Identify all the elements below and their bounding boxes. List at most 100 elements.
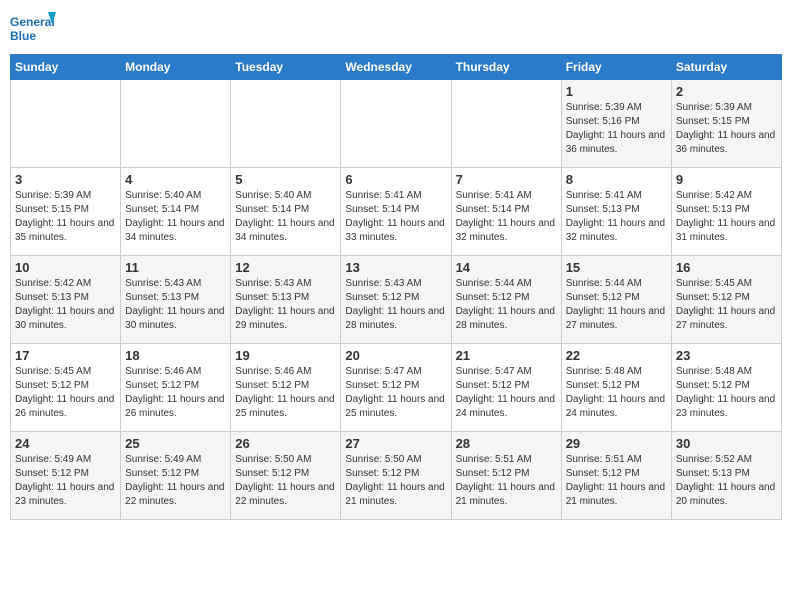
calendar-cell: 14 Sunrise: 5:44 AM Sunset: 5:12 PM Dayli… (451, 256, 561, 344)
day-number: 6 (345, 172, 446, 187)
day-number: 18 (125, 348, 226, 363)
calendar-cell (11, 80, 121, 168)
cell-info: Sunrise: 5:46 AM Sunset: 5:12 PM Dayligh… (235, 365, 336, 421)
calendar-cell: 21 Sunrise: 5:47 AM Sunset: 5:12 PM Dayli… (451, 344, 561, 432)
calendar-header: SundayMondayTuesdayWednesdayThursdayFrid… (11, 55, 782, 80)
day-number: 15 (566, 260, 667, 275)
logo-svg: General Blue (10, 10, 60, 48)
calendar-cell: 6Sunrise: 5:41 AM Sunset: 5:14 PM Daylig… (341, 168, 451, 256)
cell-info: Sunrise: 5:43 AM Sunset: 5:13 PM Dayligh… (125, 277, 226, 333)
calendar-cell: 16Sunrise: 5:45 AM Sunset: 5:12 PM Dayli… (671, 256, 781, 344)
day-number: 11 (125, 260, 226, 275)
cell-info: Sunrise: 5:39 AM Sunset: 5:15 PM Dayligh… (676, 101, 777, 157)
calendar-cell (121, 80, 231, 168)
day-number: 10 (15, 260, 116, 275)
calendar-cell: 28 Sunrise: 5:51 AM Sunset: 5:12 PM Dayli… (451, 432, 561, 520)
day-number: 19 (235, 348, 336, 363)
cell-info: Sunrise: 5:46 AM Sunset: 5:12 PM Dayligh… (125, 365, 226, 421)
calendar-week-4: 17 Sunrise: 5:45 AM Sunset: 5:12 PM Dayli… (11, 344, 782, 432)
cell-info: Sunrise: 5:49 AM Sunset: 5:12 PM Dayligh… (15, 453, 116, 509)
calendar-cell: 17 Sunrise: 5:45 AM Sunset: 5:12 PM Dayli… (11, 344, 121, 432)
cell-info: Sunrise: 5:49 AM Sunset: 5:12 PM Dayligh… (125, 453, 226, 509)
cell-info: Sunrise: 5:47 AM Sunset: 5:12 PM Dayligh… (456, 365, 557, 421)
cell-info: Sunrise: 5:45 AM Sunset: 5:12 PM Dayligh… (15, 365, 116, 421)
cell-info: Sunrise: 5:44 AM Sunset: 5:12 PM Dayligh… (456, 277, 557, 333)
calendar-cell: 5 Sunrise: 5:40 AM Sunset: 5:14 PM Daylig… (231, 168, 341, 256)
cell-info: Sunrise: 5:51 AM Sunset: 5:12 PM Dayligh… (456, 453, 557, 509)
calendar-cell: 27 Sunrise: 5:50 AM Sunset: 5:12 PM Dayli… (341, 432, 451, 520)
calendar-cell: 12Sunrise: 5:43 AM Sunset: 5:13 PM Dayli… (231, 256, 341, 344)
day-number: 8 (566, 172, 667, 187)
day-number: 22 (566, 348, 667, 363)
day-number: 4 (125, 172, 226, 187)
cell-info: Sunrise: 5:40 AM Sunset: 5:14 PM Dayligh… (235, 189, 336, 245)
calendar-cell: 23 Sunrise: 5:48 AM Sunset: 5:12 PM Dayli… (671, 344, 781, 432)
cell-info: Sunrise: 5:48 AM Sunset: 5:12 PM Dayligh… (566, 365, 667, 421)
day-number: 5 (235, 172, 336, 187)
day-number: 20 (345, 348, 446, 363)
calendar-cell: 26 Sunrise: 5:50 AM Sunset: 5:12 PM Dayli… (231, 432, 341, 520)
calendar-cell (341, 80, 451, 168)
cell-info: Sunrise: 5:43 AM Sunset: 5:12 PM Dayligh… (345, 277, 446, 333)
day-number: 29 (566, 436, 667, 451)
day-number: 16 (676, 260, 777, 275)
day-number: 9 (676, 172, 777, 187)
calendar-cell: 22 Sunrise: 5:48 AM Sunset: 5:12 PM Dayli… (561, 344, 671, 432)
cell-info: Sunrise: 5:39 AM Sunset: 5:15 PM Dayligh… (15, 189, 116, 245)
calendar-cell: 15Sunrise: 5:44 AM Sunset: 5:12 PM Dayli… (561, 256, 671, 344)
calendar-cell (231, 80, 341, 168)
logo: General Blue (10, 10, 60, 48)
calendar-table: SundayMondayTuesdayWednesdayThursdayFrid… (10, 54, 782, 520)
day-number: 3 (15, 172, 116, 187)
day-number: 30 (676, 436, 777, 451)
calendar-week-3: 10 Sunrise: 5:42 AM Sunset: 5:13 PM Dayli… (11, 256, 782, 344)
weekday-header-thursday: Thursday (451, 55, 561, 80)
weekday-header-wednesday: Wednesday (341, 55, 451, 80)
day-number: 27 (345, 436, 446, 451)
day-number: 28 (456, 436, 557, 451)
calendar-cell: 2 Sunrise: 5:39 AM Sunset: 5:15 PM Daylig… (671, 80, 781, 168)
cell-info: Sunrise: 5:40 AM Sunset: 5:14 PM Dayligh… (125, 189, 226, 245)
weekday-header-sunday: Sunday (11, 55, 121, 80)
cell-info: Sunrise: 5:42 AM Sunset: 5:13 PM Dayligh… (676, 189, 777, 245)
cell-info: Sunrise: 5:48 AM Sunset: 5:12 PM Dayligh… (676, 365, 777, 421)
calendar-cell: 11 Sunrise: 5:43 AM Sunset: 5:13 PM Dayli… (121, 256, 231, 344)
calendar-cell: 24 Sunrise: 5:49 AM Sunset: 5:12 PM Dayli… (11, 432, 121, 520)
calendar-cell: 20 Sunrise: 5:47 AM Sunset: 5:12 PM Dayli… (341, 344, 451, 432)
weekday-header-friday: Friday (561, 55, 671, 80)
day-number: 25 (125, 436, 226, 451)
weekday-header-saturday: Saturday (671, 55, 781, 80)
day-number: 14 (456, 260, 557, 275)
page-header: General Blue (10, 10, 782, 48)
cell-info: Sunrise: 5:47 AM Sunset: 5:12 PM Dayligh… (345, 365, 446, 421)
day-number: 17 (15, 348, 116, 363)
day-number: 13 (345, 260, 446, 275)
calendar-cell: 30 Sunrise: 5:52 AM Sunset: 5:13 PM Dayli… (671, 432, 781, 520)
calendar-week-2: 3 Sunrise: 5:39 AM Sunset: 5:15 PM Daylig… (11, 168, 782, 256)
day-number: 12 (235, 260, 336, 275)
svg-text:General: General (10, 15, 55, 29)
cell-info: Sunrise: 5:42 AM Sunset: 5:13 PM Dayligh… (15, 277, 116, 333)
calendar-cell: 29 Sunrise: 5:51 AM Sunset: 5:12 PM Dayli… (561, 432, 671, 520)
calendar-week-5: 24 Sunrise: 5:49 AM Sunset: 5:12 PM Dayli… (11, 432, 782, 520)
calendar-cell: 10 Sunrise: 5:42 AM Sunset: 5:13 PM Dayli… (11, 256, 121, 344)
day-number: 7 (456, 172, 557, 187)
day-number: 26 (235, 436, 336, 451)
cell-info: Sunrise: 5:39 AM Sunset: 5:16 PM Dayligh… (566, 101, 667, 157)
cell-info: Sunrise: 5:50 AM Sunset: 5:12 PM Dayligh… (345, 453, 446, 509)
cell-info: Sunrise: 5:50 AM Sunset: 5:12 PM Dayligh… (235, 453, 336, 509)
day-number: 1 (566, 84, 667, 99)
calendar-cell: 7Sunrise: 5:41 AM Sunset: 5:14 PM Daylig… (451, 168, 561, 256)
calendar-cell: 4 Sunrise: 5:40 AM Sunset: 5:14 PM Daylig… (121, 168, 231, 256)
calendar-cell: 18 Sunrise: 5:46 AM Sunset: 5:12 PM Dayli… (121, 344, 231, 432)
day-number: 2 (676, 84, 777, 99)
calendar-week-1: 1 Sunrise: 5:39 AM Sunset: 5:16 PM Daylig… (11, 80, 782, 168)
day-number: 24 (15, 436, 116, 451)
day-number: 23 (676, 348, 777, 363)
cell-info: Sunrise: 5:51 AM Sunset: 5:12 PM Dayligh… (566, 453, 667, 509)
calendar-cell: 1 Sunrise: 5:39 AM Sunset: 5:16 PM Daylig… (561, 80, 671, 168)
cell-info: Sunrise: 5:52 AM Sunset: 5:13 PM Dayligh… (676, 453, 777, 509)
calendar-cell (451, 80, 561, 168)
day-number: 21 (456, 348, 557, 363)
calendar-cell: 3 Sunrise: 5:39 AM Sunset: 5:15 PM Daylig… (11, 168, 121, 256)
